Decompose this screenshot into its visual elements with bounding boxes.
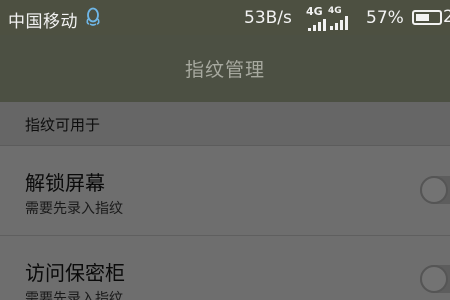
section-header: 指纹可用于 [0,102,450,146]
list-item-subtitle: 需要先录入指纹 [25,201,123,217]
unlock-screen-toggle[interactable] [420,176,450,204]
carrier-name: 中国移动 [8,12,78,32]
page-title: 指纹管理 [184,59,265,81]
list-item-unlock-screen[interactable]: 解锁屏幕 需要先录入指纹 [0,146,450,236]
signal-strength-icon-2 [330,16,348,30]
network-speed: 53B/s [244,8,292,28]
list-item-title: 访问保密柜 [25,261,125,285]
battery-percent: 57% [366,8,404,28]
toggle-knob [420,176,448,204]
battery-icon [412,10,442,25]
list-item-access-safe[interactable]: 访问保密柜 需要先录入指纹 [0,236,450,300]
phone-screen: 中国移动 53B/s 4G 4G 57% 2 指纹管理 指纹可用于 解锁屏幕 需… [0,0,450,300]
title-bar: 指纹管理 [0,35,450,102]
toggle-knob [420,265,448,293]
status-clock: 2 [443,7,450,27]
access-safe-toggle[interactable] [420,265,450,293]
list-item-subtitle: 需要先录入指纹 [25,291,123,300]
battery-level-fill [416,14,429,21]
section-header-label: 指纹可用于 [25,116,101,134]
qq-notification-icon [86,7,100,26]
signal-strength-icon [308,19,326,31]
list-item-title: 解锁屏幕 [25,171,105,195]
status-bar: 中国移动 53B/s 4G 4G 57% 2 [0,0,450,35]
